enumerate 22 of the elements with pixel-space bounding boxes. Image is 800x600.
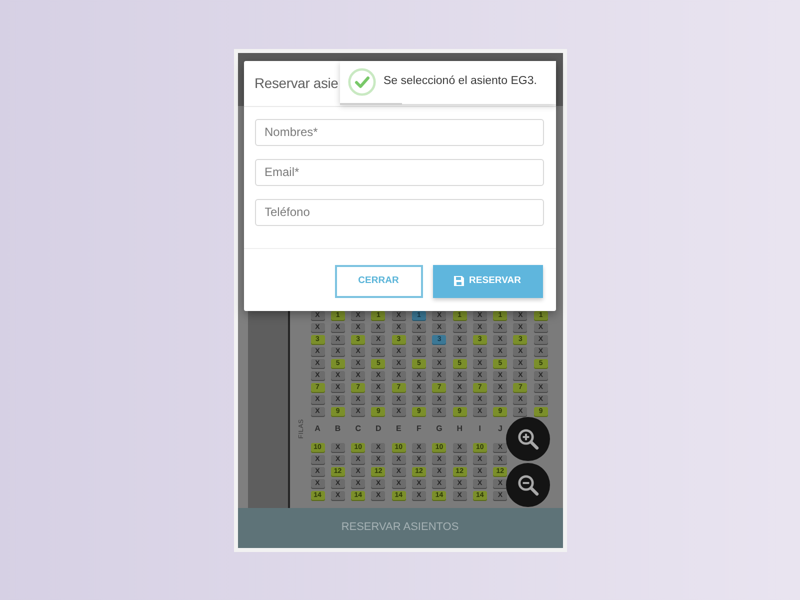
column-label: D <box>374 424 382 434</box>
save-icon <box>454 276 464 286</box>
reserve-seats-button[interactable]: RESERVAR ASIENTOS <box>238 508 562 548</box>
column-label: F <box>416 424 422 434</box>
input-field[interactable]: Email* <box>254 158 544 186</box>
column-label: J <box>496 424 504 434</box>
input-field[interactable]: Nombres* <box>254 118 544 146</box>
column-label: H <box>456 424 464 434</box>
modal-title: Reservar asie <box>254 74 338 92</box>
toast-message: Se seleccionó el asiento EG3. <box>384 74 537 90</box>
column-label: A <box>314 424 322 434</box>
column-label: I <box>478 424 482 434</box>
column-label: C <box>354 424 362 434</box>
input-field[interactable]: Teléfono <box>254 198 544 226</box>
check-circle-icon <box>348 68 376 96</box>
close-button[interactable]: CERRAR <box>334 264 422 298</box>
zoom-out-icon <box>516 474 538 496</box>
column-label: G <box>435 424 444 434</box>
reserve-button[interactable]: RESERVAR <box>432 264 542 298</box>
column-label: E <box>395 424 402 434</box>
zoom-in-icon <box>516 428 538 450</box>
column-label: B <box>334 424 342 434</box>
